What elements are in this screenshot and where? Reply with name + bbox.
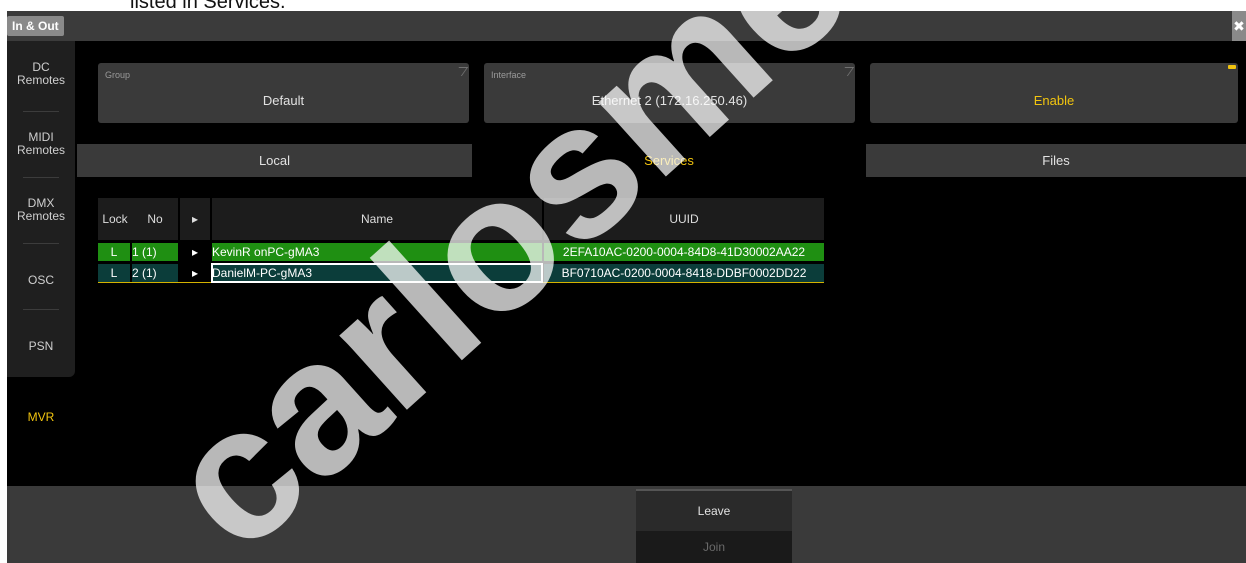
group-field[interactable]: Group Default	[98, 63, 469, 123]
enable-indicator-icon	[1228, 65, 1236, 69]
column-header-no[interactable]: No	[132, 198, 178, 240]
expand-arrow-icon[interactable]: ▸	[180, 264, 210, 282]
no-cell: 1 (1)	[132, 243, 178, 261]
join-button[interactable]: Join	[636, 531, 792, 563]
table-row[interactable]: L 1 (1) ▸ KevinR onPC-gMA3 2EFA10AC-0200…	[98, 243, 824, 261]
sidebar-item-midi-remotes[interactable]: MIDI Remotes	[7, 111, 75, 177]
sidebar-item-psn[interactable]: PSN	[7, 313, 75, 379]
sidebar-item-dc-remotes[interactable]: DC Remotes	[7, 41, 75, 107]
leave-button[interactable]: Leave	[636, 489, 792, 531]
group-value: Default	[262, 93, 305, 108]
sidebar-item-mvr[interactable]: MVR	[7, 384, 75, 450]
column-header-lock[interactable]: Lock	[98, 198, 132, 240]
sidebar-divider	[23, 243, 59, 244]
in-out-window: In & Out ✖ DC Remotes MIDI Remotes DMX R…	[7, 11, 1246, 563]
column-header-expand[interactable]: ▸	[180, 198, 210, 240]
table-row[interactable]: L 2 (1) ▸ DanielM-PC-gMA3 BF0710AC-0200-…	[98, 263, 824, 283]
expand-arrow-icon[interactable]: ▸	[180, 243, 210, 261]
enable-label: Enable	[1033, 93, 1075, 108]
lock-cell: L	[98, 243, 130, 261]
bottom-bar	[7, 486, 1246, 563]
sidebar-item-osc[interactable]: OSC	[7, 247, 75, 313]
interface-value: Ethernet 2 (172.16.250.46)	[591, 93, 748, 108]
uuid-cell: 2EFA10AC-0200-0004-84D8-41D30002AA22	[544, 243, 824, 261]
lock-cell: L	[98, 264, 130, 282]
window-title: In & Out	[7, 16, 64, 36]
sidebar-item-dmx-remotes[interactable]: DMX Remotes	[7, 177, 75, 243]
column-header-name[interactable]: Name	[212, 198, 542, 240]
sidebar: DC Remotes MIDI Remotes DMX Remotes OSC …	[7, 41, 75, 377]
sidebar-divider	[23, 309, 59, 310]
tab-services[interactable]: Services	[472, 144, 866, 177]
close-icon[interactable]: ✖	[1232, 11, 1246, 41]
edit-corner-icon	[452, 67, 469, 76]
tab-files[interactable]: Files	[866, 144, 1246, 177]
enable-button[interactable]: Enable	[870, 63, 1238, 123]
name-cell-selected[interactable]: DanielM-PC-gMA3	[211, 263, 543, 283]
tab-local[interactable]: Local	[77, 144, 472, 177]
name-cell: KevinR onPC-gMA3	[212, 243, 542, 261]
edit-corner-icon	[838, 67, 855, 76]
no-cell: 2 (1)	[132, 264, 178, 282]
titlebar: In & Out ✖	[7, 11, 1246, 41]
interface-label: Interface	[491, 70, 527, 80]
interface-field[interactable]: Interface Ethernet 2 (172.16.250.46)	[484, 63, 855, 123]
uuid-cell: BF0710AC-0200-0004-8418-DDBF0002DD22	[544, 264, 824, 282]
group-label: Group	[105, 70, 131, 80]
column-header-uuid[interactable]: UUID	[544, 198, 824, 240]
